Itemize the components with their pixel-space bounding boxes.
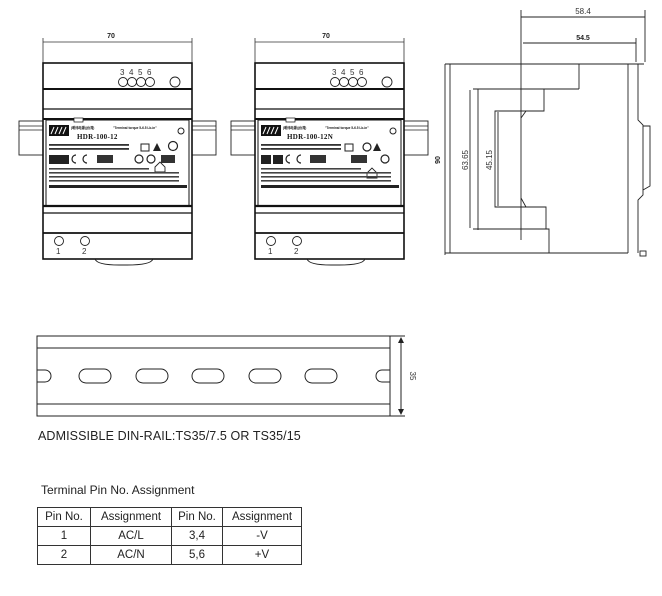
svg-text:(明纬电源)(台湾): (明纬电源)(台湾) [283,125,306,130]
width-dim-2: 70 [322,33,330,40]
cell: 2 [37,545,91,565]
table-row: 2 AC/N 5,6 +V [37,545,302,565]
width-dim-1: 70 [107,33,115,40]
height-step-dim: 63.65 [461,149,470,170]
header-assignment: Assignment [222,507,302,527]
output-pin-3: 3 [120,68,125,77]
pin-table-title: Terminal Pin No. Assignment [41,483,195,497]
depth-total-dim: 58.4 [575,7,591,16]
header-assignment: Assignment [90,507,172,527]
input-pin-2: 2 [294,247,299,256]
front-view-hdr-100-12: (明纬电源)(台湾) "Terminal torque 5-6.5 Lb-in"… [18,38,217,266]
output-pin-labels-1: 3 4 5 6 [120,68,152,77]
input-pin-1: 1 [56,247,61,256]
rail-height-dim: 35 [408,372,417,381]
side-view [444,10,651,257]
header-pin-no: Pin No. [37,507,91,527]
input-pin-1: 1 [268,247,273,256]
model-label-1: HDR-100-12 [77,133,118,141]
svg-text:"Terminal torque 5-6.5 Lb-in": "Terminal torque 5-6.5 Lb-in" [325,126,369,130]
model-label-2: HDR-100-12N [287,133,333,141]
table-header-row: Pin No. Assignment Pin No. Assignment [37,507,302,527]
output-pin-5: 5 [350,68,355,77]
output-pin-6: 6 [359,68,364,77]
din-rail-caption: ADMISSIBLE DIN-RAIL:TS35/7.5 OR TS35/15 [38,429,301,443]
output-pin-5: 5 [138,68,143,77]
cell: AC/N [90,545,172,565]
cell: AC/L [90,526,172,546]
cell: +V [222,545,302,565]
height-inner-dim: 45.15 [485,149,494,170]
cell: 3,4 [171,526,223,546]
cell: 1 [37,526,91,546]
cell: -V [222,526,302,546]
output-pin-4: 4 [129,68,134,77]
input-pin-2: 2 [82,247,87,256]
output-pin-3: 3 [332,68,337,77]
din-rail [36,335,405,417]
output-pin-6: 6 [147,68,152,77]
cell: 5,6 [171,545,223,565]
svg-text:(明纬电源)(台湾): (明纬电源)(台湾) [71,125,94,130]
pin-assignment-table: Pin No. Assignment Pin No. Assignment 1 … [37,507,302,565]
table-row: 1 AC/L 3,4 -V [37,526,302,546]
output-pin-4: 4 [341,68,346,77]
front-view-hdr-100-12n: (明纬电源)(台湾) "Terminal torque 5-6.5 Lb-in"… [230,38,429,266]
output-pin-labels-2: 3 4 5 6 [332,68,364,77]
height-total-dim: 90 [435,156,442,164]
svg-text:"Terminal torque 5-6.5 Lb-in": "Terminal torque 5-6.5 Lb-in" [113,126,157,130]
header-pin-no: Pin No. [171,507,223,527]
depth-body-dim: 54.5 [576,35,590,42]
